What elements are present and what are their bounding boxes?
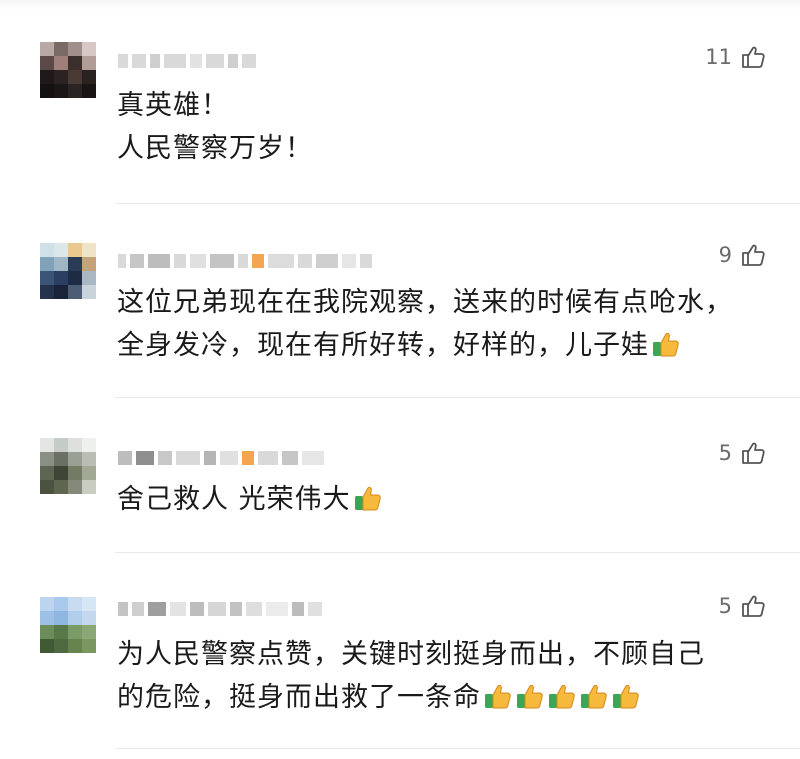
emoji-row <box>481 682 641 713</box>
like-control[interactable]: 5 <box>719 593 766 619</box>
comment-text: 舍己救人 光荣伟大 <box>117 478 383 521</box>
avatar[interactable] <box>40 243 96 299</box>
thumbs-up-emoji-icon <box>613 684 639 709</box>
like-control[interactable]: 5 <box>719 440 766 466</box>
username-blurred[interactable] <box>118 250 372 272</box>
username-blurred[interactable] <box>118 447 324 469</box>
comment-line: 这位兄弟现在在我院观察，送来的时候有点呛水， <box>117 287 733 318</box>
username-blurred[interactable] <box>118 598 322 620</box>
comment-line: 真英雄！ <box>117 90 229 121</box>
thumbs-up-outline-icon <box>742 244 765 266</box>
thumbs-up-emoji-icon <box>485 684 511 709</box>
avatar[interactable] <box>40 438 96 494</box>
avatar[interactable] <box>40 42 96 98</box>
comment-line: 为人民警察点赞，关键时刻挺身而出，不顾自己 <box>117 639 705 670</box>
comment-line: 舍己救人 光荣伟大 <box>117 478 383 521</box>
divider <box>115 552 800 553</box>
comment-text: 这位兄弟现在在我院观察，送来的时候有点呛水， 全身发冷，现在有所好转，好样的，儿子… <box>117 281 733 367</box>
thumbs-up-emoji-icon <box>653 332 679 357</box>
thumbs-up-emoji-icon <box>549 684 575 709</box>
like-control[interactable]: 9 <box>719 242 766 268</box>
like-control[interactable]: 11 <box>705 44 766 70</box>
divider <box>115 203 800 204</box>
username-blurred[interactable] <box>118 50 256 72</box>
comment-line: 人民警察万岁！ <box>117 133 313 164</box>
comment-line: 的危险，挺身而出救了一条命 <box>117 676 705 719</box>
top-fade <box>0 0 800 10</box>
thumbs-up-outline-icon <box>742 595 765 617</box>
thumbs-up-emoji-icon <box>354 486 381 511</box>
divider <box>115 397 800 398</box>
comment-line: 全身发冷，现在有所好转，好样的，儿子娃 <box>117 324 733 367</box>
like-count: 11 <box>705 45 732 69</box>
like-count: 5 <box>718 594 732 618</box>
like-count: 5 <box>718 441 732 465</box>
thumbs-up-outline-icon <box>742 442 765 464</box>
comment-text: 真英雄！ 人民警察万岁！ <box>117 84 313 170</box>
like-count: 9 <box>718 243 732 267</box>
thumbs-up-emoji-icon <box>581 684 607 709</box>
comment-line-text: 的危险，挺身而出救了一条命 <box>117 682 481 713</box>
divider <box>115 748 800 749</box>
comment-text: 为人民警察点赞，关键时刻挺身而出，不顾自己 的危险，挺身而出救了一条命 <box>117 633 705 719</box>
thumbs-up-emoji-icon <box>517 684 543 709</box>
comment-line-text: 全身发冷，现在有所好转，好样的，儿子娃 <box>117 330 649 361</box>
thumbs-up-outline-icon <box>742 46 765 68</box>
avatar[interactable] <box>40 597 96 653</box>
comment-line-text: 舍己救人 光荣伟大 <box>117 484 351 515</box>
